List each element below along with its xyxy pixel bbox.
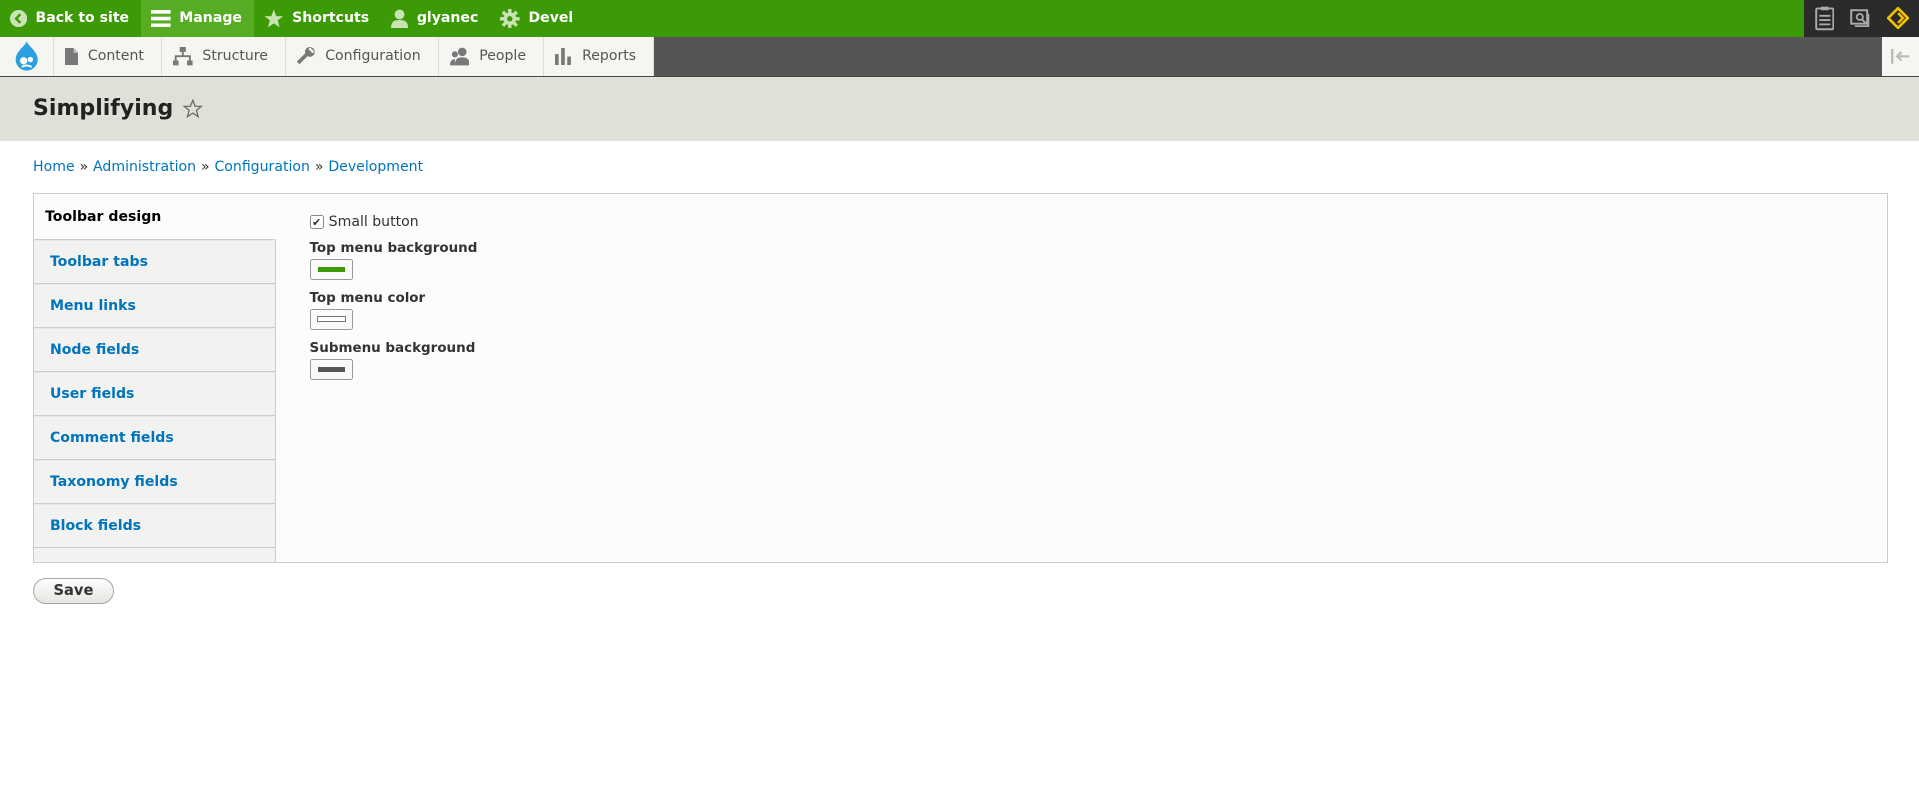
breadcrumb-separator: » bbox=[314, 158, 324, 175]
hamburger-menu-icon bbox=[151, 9, 171, 27]
shortcuts-tab[interactable]: Shortcuts bbox=[254, 0, 381, 37]
tab-user-fields[interactable]: User fields bbox=[34, 372, 276, 417]
tray-content-label: Content bbox=[87, 48, 144, 65]
wrench-icon bbox=[297, 47, 315, 65]
save-button[interactable]: Save bbox=[33, 577, 114, 604]
small-button-field: ✔ Small button bbox=[309, 214, 478, 231]
gear-icon bbox=[500, 8, 520, 29]
small-button-label: Small button bbox=[328, 214, 419, 231]
tray-people-link[interactable]: People bbox=[438, 36, 545, 76]
user-label: glyanec bbox=[416, 10, 479, 27]
breadcrumb: Home» Administration» Configuration» Develo… bbox=[0, 141, 1919, 175]
tray-configuration-link[interactable]: Configuration bbox=[286, 36, 439, 76]
submenu-background-label: Submenu background bbox=[309, 341, 476, 357]
top-menu-background-label: Top menu background bbox=[309, 241, 478, 257]
tray-configuration-label: Configuration bbox=[325, 48, 421, 65]
color-swatch bbox=[316, 316, 346, 323]
tab-taxonomy-fields[interactable]: Taxonomy fields bbox=[34, 460, 276, 505]
drupal-logo-icon[interactable] bbox=[0, 36, 54, 76]
back-arrow-icon bbox=[9, 9, 27, 27]
color-swatch bbox=[317, 366, 345, 372]
devel-tab[interactable]: Devel bbox=[491, 0, 586, 37]
top-menu-color-label: Top menu color bbox=[309, 291, 426, 307]
tray-reports-label: Reports bbox=[582, 48, 637, 65]
vertical-tabs: Toolbar design Toolbar tabs Menu links N… bbox=[33, 193, 1889, 564]
breadcrumb-separator: » bbox=[200, 158, 210, 175]
user-tab[interactable]: glyanec bbox=[381, 0, 490, 37]
user-icon bbox=[391, 9, 409, 29]
toolbar-right-icons bbox=[1803, 0, 1919, 37]
back-to-site-link[interactable]: Back to site bbox=[0, 0, 141, 37]
tray-content-link[interactable]: Content bbox=[53, 36, 163, 76]
help-search-icon[interactable] bbox=[1845, 0, 1877, 37]
clipboard-icon[interactable] bbox=[1809, 0, 1841, 37]
breadcrumb-home[interactable]: Home bbox=[33, 159, 75, 175]
breadcrumb-configuration[interactable]: Configuration bbox=[214, 159, 309, 175]
back-to-site-label: Back to site bbox=[35, 10, 130, 27]
admin-toolbar: Back to site Manage Shortcuts glyanec De… bbox=[0, 0, 1919, 37]
tab-comment-fields[interactable]: Comment fields bbox=[34, 416, 276, 461]
sitemap-icon bbox=[173, 47, 193, 66]
page: Back to site Manage Shortcuts glyanec De… bbox=[0, 0, 1919, 604]
tab-toolbar-tabs[interactable]: Toolbar tabs bbox=[34, 239, 276, 284]
page-header: Simplifying bbox=[0, 76, 1919, 141]
tray-reports-link[interactable]: Reports bbox=[544, 36, 655, 76]
add-shortcut-star-icon[interactable] bbox=[183, 98, 203, 119]
shortcuts-label: Shortcuts bbox=[292, 10, 370, 27]
collapse-arrow-icon bbox=[1890, 48, 1909, 64]
star-icon bbox=[264, 9, 284, 27]
yellow-diamond-icon[interactable] bbox=[1882, 0, 1914, 37]
top-menu-color-input[interactable] bbox=[309, 308, 354, 331]
tray-structure-link[interactable]: Structure bbox=[162, 36, 287, 76]
breadcrumb-administration[interactable]: Administration bbox=[93, 159, 196, 175]
tray-people-label: People bbox=[479, 48, 526, 65]
devel-label: Devel bbox=[528, 10, 574, 27]
breadcrumb-separator: » bbox=[79, 158, 89, 175]
people-icon bbox=[449, 47, 470, 66]
color-swatch bbox=[317, 266, 345, 272]
vertical-tabs-menu: Toolbar design Toolbar tabs Menu links N… bbox=[34, 194, 277, 562]
tab-menu-links[interactable]: Menu links bbox=[34, 283, 276, 328]
breadcrumb-development[interactable]: Development bbox=[328, 159, 423, 175]
tray-structure-label: Structure bbox=[202, 48, 268, 65]
submenu-background-color-input[interactable] bbox=[309, 358, 354, 381]
page-title: Simplifying bbox=[33, 96, 174, 122]
toolbar-design-pane: ✔ Small button Top menu background Top m… bbox=[309, 212, 478, 381]
tab-block-fields[interactable]: Block fields bbox=[34, 504, 276, 549]
tray-orientation-toggle[interactable] bbox=[1882, 36, 1919, 76]
bar-chart-icon bbox=[555, 47, 572, 65]
manage-tab[interactable]: Manage bbox=[141, 0, 255, 37]
tab-toolbar-design[interactable]: Toolbar design bbox=[34, 194, 277, 240]
small-button-checkbox[interactable]: ✔ bbox=[309, 214, 324, 230]
top-menu-background-color-input[interactable] bbox=[309, 258, 354, 281]
tab-node-fields[interactable]: Node fields bbox=[34, 327, 276, 372]
file-icon bbox=[64, 47, 79, 65]
admin-tray: Content Structure Configuration People R… bbox=[0, 36, 1919, 77]
manage-label: Manage bbox=[179, 10, 242, 27]
